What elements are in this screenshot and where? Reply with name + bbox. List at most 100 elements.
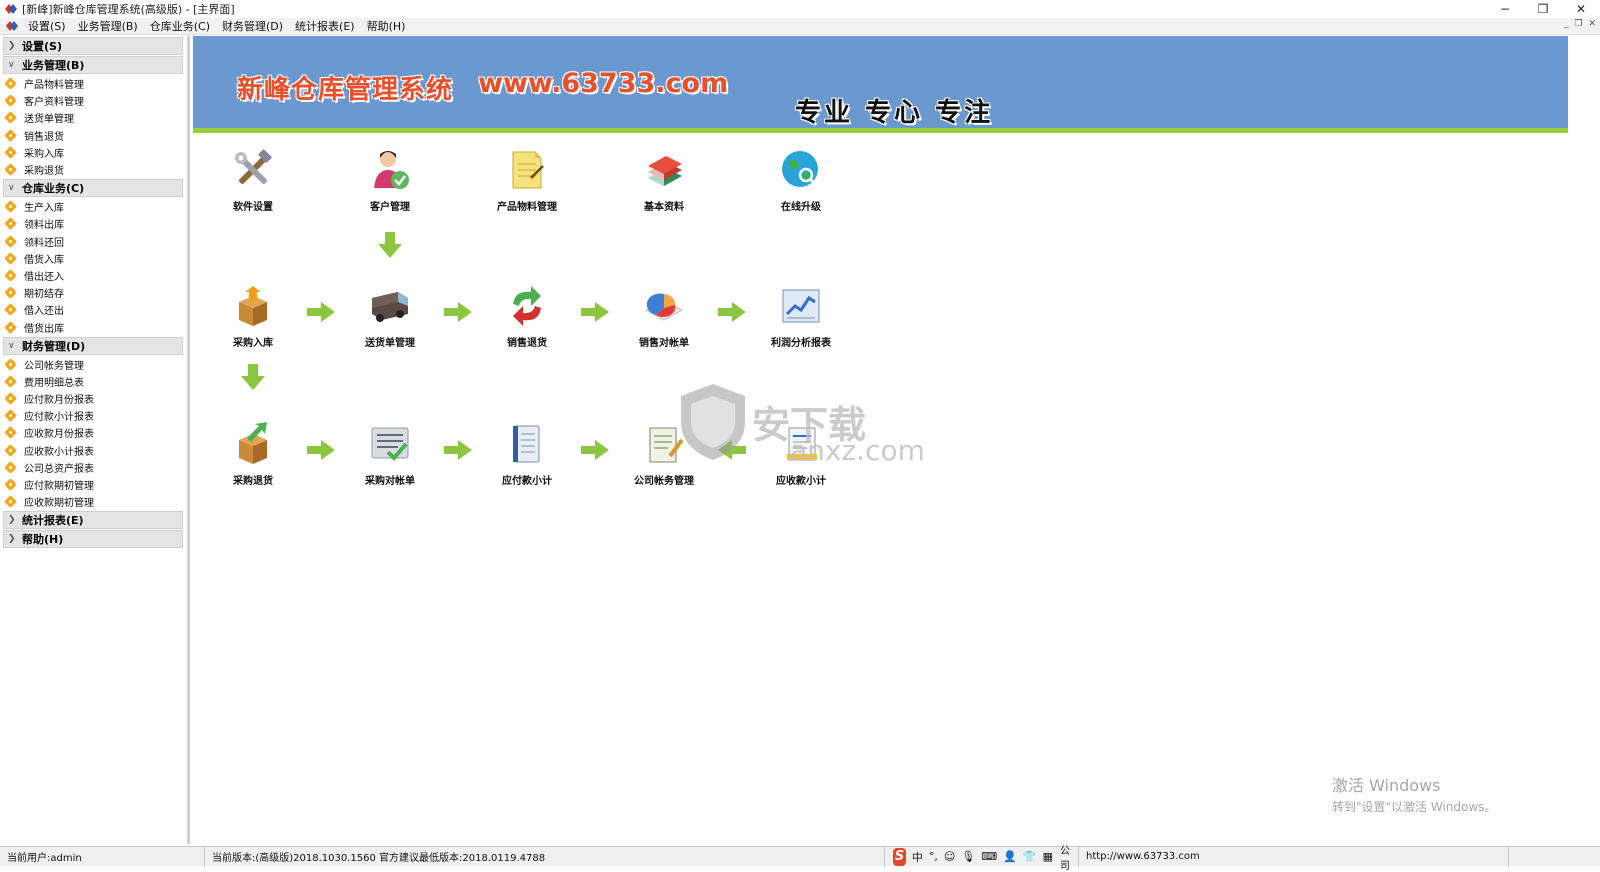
sidebar-group-reports[interactable]: ❯ 统计报表(E)	[3, 511, 183, 530]
menu-help[interactable]: 帮助(H)	[361, 18, 412, 34]
tile-sales-statement[interactable]: 销售对帐单	[609, 284, 719, 354]
menu-finance[interactable]: 财务管理(D)	[216, 18, 289, 34]
sidebar-item-label: 产品物料管理	[24, 80, 84, 92]
sidebar-item-borrow-in[interactable]: 借货入库	[0, 250, 187, 267]
tile-online-upgrade[interactable]: 在线升级	[746, 148, 856, 218]
status-company: 公司	[1053, 846, 1079, 872]
mdi-restore-button[interactable]: ❐	[1574, 19, 1582, 29]
sidebar-item-customer-info[interactable]: 客户资料管理	[0, 92, 187, 109]
sidebar-item-payable-monthly[interactable]: 应付款月份报表	[0, 390, 187, 407]
tag-icon	[6, 445, 17, 456]
arrow-right-icon	[444, 302, 472, 322]
ime-mode[interactable]: 中	[912, 849, 923, 865]
tile-purchase-statement[interactable]: 采购对帐单	[335, 422, 445, 492]
sidebar-group-help[interactable]: ❯ 帮助(H)	[3, 530, 183, 549]
tag-icon	[6, 462, 17, 473]
sidebar-item-payable-subtotal[interactable]: 应付款小计报表	[0, 407, 187, 424]
sidebar-item-production-in[interactable]: 生产入库	[0, 198, 187, 215]
sidebar-item-label: 借货入库	[24, 254, 64, 266]
sidebar-item-lend-return-in[interactable]: 借出还入	[0, 267, 187, 284]
menu-reports[interactable]: 统计报表(E)	[289, 18, 361, 34]
tile-label: 应收款小计	[776, 476, 826, 487]
sidebar-item-purchase-return[interactable]: 采购退货	[0, 161, 187, 178]
sidebar-item-delivery-note[interactable]: 送货单管理	[0, 109, 187, 126]
sidebar-item-label: 采购入库	[24, 148, 64, 160]
tile-delivery-note[interactable]: 送货单管理	[335, 284, 445, 354]
sidebar-group-finance[interactable]: ∨ 财务管理(D)	[3, 336, 183, 355]
close-button[interactable]: ✕	[1562, 0, 1600, 18]
restore-button[interactable]: ❐	[1524, 0, 1562, 18]
sidebar-item-material-out[interactable]: 领料出库	[0, 215, 187, 232]
sidebar-group-label: 统计报表(E)	[22, 514, 84, 528]
grid-icon[interactable]: ▦	[1043, 850, 1053, 863]
sidebar-item-label: 借入还出	[24, 306, 64, 318]
sidebar-group-warehouse[interactable]: ∨ 仓库业务(C)	[3, 179, 183, 198]
tag-icon	[6, 270, 17, 281]
sidebar-group-business[interactable]: ∨ 业务管理(B)	[3, 56, 183, 74]
punctuation-icon[interactable]: °,	[929, 850, 938, 863]
sidebar-item-expense-summary[interactable]: 费用明细总表	[0, 373, 187, 390]
arrow-right-icon	[444, 440, 472, 460]
arrow-right-icon	[307, 440, 335, 460]
sidebar-item-payable-opening[interactable]: 应付款期初管理	[0, 476, 187, 493]
brand-slogan: 专业 专心 专注	[795, 98, 994, 128]
mdi-minimize-button[interactable]: _	[1564, 19, 1569, 29]
tile-customer-management[interactable]: 客户管理	[335, 148, 445, 218]
sidebar-item-product-material[interactable]: 产品物料管理	[0, 75, 187, 92]
ledger-icon	[505, 422, 549, 466]
chevron-down-icon: ∨	[8, 60, 15, 70]
chevron-right-icon: ❯	[8, 515, 16, 526]
sidebar-item-label: 客户资料管理	[24, 97, 84, 109]
arrow-right-icon	[581, 302, 609, 322]
tag-icon	[6, 218, 17, 229]
tile-label: 利润分析报表	[771, 338, 831, 349]
ime-toolbar[interactable]: S 中 °, ☺ 🎙 ⌨ 👤 👕 ▦	[893, 847, 1053, 866]
minimize-button[interactable]: −	[1486, 0, 1524, 18]
sidebar-item-label: 领料出库	[24, 220, 64, 232]
tile-label: 在线升级	[781, 202, 821, 213]
tile-label: 采购对帐单	[365, 476, 415, 487]
menu-settings[interactable]: 设置(S)	[22, 18, 72, 34]
arrow-right-icon	[581, 440, 609, 460]
shirt-icon[interactable]: 👕	[1023, 850, 1037, 863]
sidebar-item-receivable-monthly[interactable]: 应收款月份报表	[0, 424, 187, 441]
tile-product-material[interactable]: 产品物料管理	[472, 148, 582, 218]
mdi-close-button[interactable]: ✕	[1588, 19, 1596, 29]
sidebar-item-sales-return[interactable]: 销售退货	[0, 127, 187, 144]
sidebar-item-purchase-in[interactable]: 采购入库	[0, 144, 187, 161]
tile-purchase-return[interactable]: 采购退货	[198, 422, 308, 492]
sidebar-item-material-return[interactable]: 领料还回	[0, 233, 187, 250]
menu-warehouse[interactable]: 仓库业务(C)	[144, 18, 216, 34]
sidebar-item-label: 费用明细总表	[24, 377, 84, 389]
app-menu-icon[interactable]	[5, 20, 19, 32]
sidebar-item-receivable-subtotal[interactable]: 应收款小计报表	[0, 442, 187, 459]
tile-profit-analysis[interactable]: 利润分析报表	[746, 284, 856, 354]
user-icon[interactable]: 👤	[1003, 850, 1017, 863]
emoji-icon[interactable]: ☺	[944, 850, 955, 863]
mdi-controls: _ ❐ ✕	[1564, 19, 1596, 29]
sidebar-group-label: 财务管理(D)	[22, 339, 86, 353]
sidebar-item-opening-stock[interactable]: 期初结存	[0, 284, 187, 301]
sogou-logo-icon[interactable]: S	[893, 847, 906, 866]
sidebar-item-total-assets[interactable]: 公司总资产报表	[0, 459, 187, 476]
sidebar-item-lend-out[interactable]: 借货出库	[0, 318, 187, 335]
status-version: 当前版本:(高级版)2018.1030.1560 官方建议最低版本:2018.0…	[205, 846, 885, 867]
tile-purchase-in[interactable]: 采购入库	[198, 284, 308, 354]
menu-business[interactable]: 业务管理(B)	[72, 18, 144, 34]
tile-sales-return[interactable]: 销售退货	[472, 284, 582, 354]
tag-icon	[6, 78, 17, 89]
tile-software-settings[interactable]: 软件设置	[198, 148, 308, 218]
sidebar-item-company-accounts[interactable]: 公司帐务管理	[0, 356, 187, 373]
tag-icon	[6, 112, 17, 123]
tile-payable-subtotal[interactable]: 应付款小计	[472, 422, 582, 492]
sidebar-item-borrow-return-out[interactable]: 借入还出	[0, 301, 187, 318]
sidebar-item-label: 采购退货	[24, 166, 64, 178]
sidebar-group-settings[interactable]: ❯ 设置(S)	[3, 37, 183, 55]
sidebar-item-receivable-opening[interactable]: 应收款期初管理	[0, 493, 187, 510]
tag-icon	[6, 393, 17, 404]
globe-search-icon	[779, 148, 823, 192]
microphone-icon[interactable]: 🎙	[961, 850, 975, 863]
keyboard-icon[interactable]: ⌨	[981, 850, 997, 863]
tile-basic-data[interactable]: 基本资料	[609, 148, 719, 218]
status-website[interactable]: http://www.63733.com	[1079, 846, 1509, 867]
